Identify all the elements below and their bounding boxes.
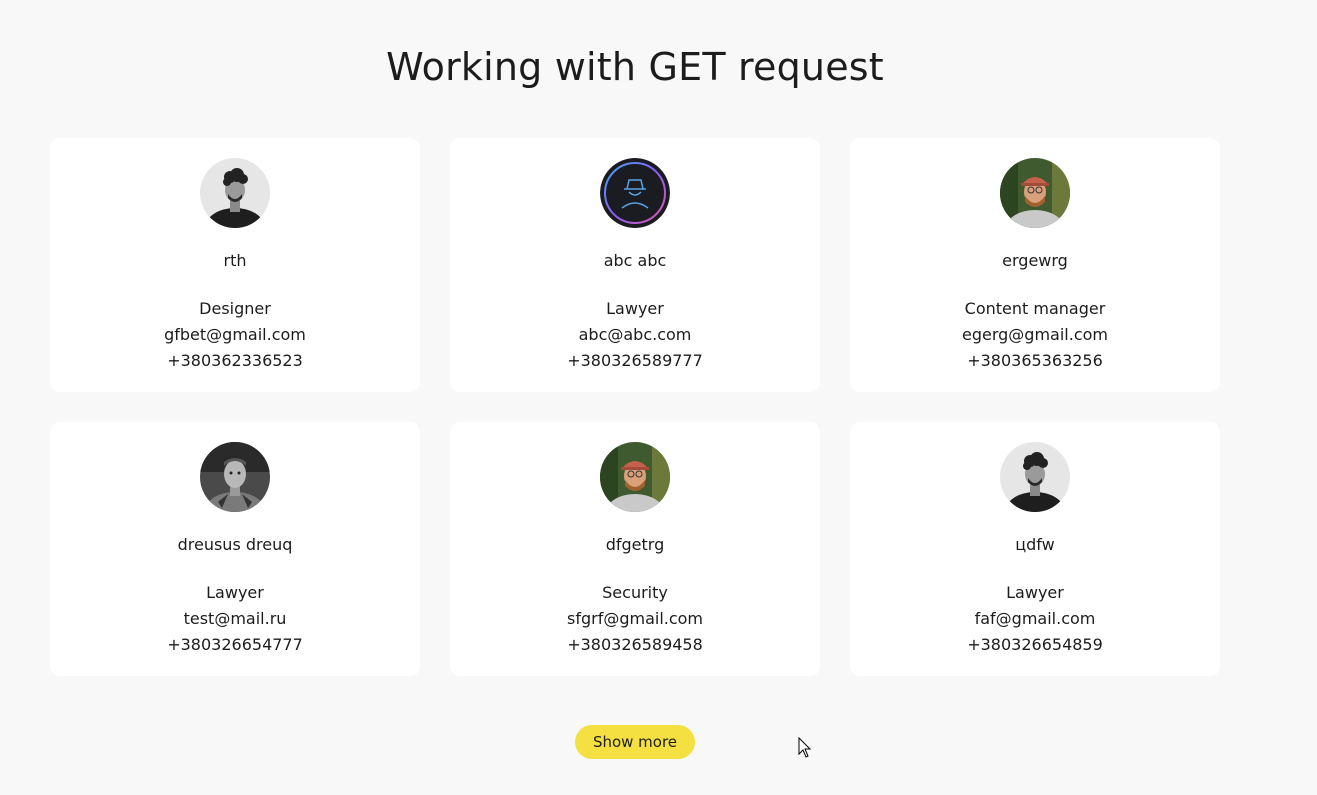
user-position: Content manager bbox=[964, 299, 1106, 318]
user-position: Designer bbox=[199, 299, 271, 318]
page-title: Working with GET request bbox=[386, 45, 884, 89]
avatar bbox=[200, 442, 270, 512]
user-email: gfbet@gmail.com bbox=[164, 325, 306, 344]
avatar bbox=[600, 158, 670, 228]
user-info: Lawyer faf@gmail.com +380326654859 bbox=[850, 580, 1220, 658]
portrait-curly-hair-icon bbox=[1000, 442, 1070, 512]
incognito-hat-icon bbox=[600, 158, 670, 228]
user-phone: +380326654777 bbox=[167, 635, 303, 654]
portrait-red-cap-icon bbox=[600, 442, 670, 512]
user-card: rth Designer gfbet@gmail.com +3803623365… bbox=[50, 138, 420, 392]
user-card: ergewrg Content manager egerg@gmail.com … bbox=[850, 138, 1220, 392]
user-phone: +380326589458 bbox=[567, 635, 703, 654]
user-phone: +380365363256 bbox=[967, 351, 1103, 370]
user-info: Designer gfbet@gmail.com +380362336523 bbox=[50, 296, 420, 374]
user-info: Lawyer abc@abc.com +380326589777 bbox=[450, 296, 820, 374]
user-info: Lawyer test@mail.ru +380326654777 bbox=[50, 580, 420, 658]
user-name: dfgetrg bbox=[605, 535, 665, 554]
user-name: abc abc bbox=[603, 251, 667, 270]
user-name: ergewrg bbox=[1002, 251, 1068, 270]
user-info: Content manager egerg@gmail.com +3803653… bbox=[850, 296, 1220, 374]
user-info: Security sfgrf@gmail.com +380326589458 bbox=[450, 580, 820, 658]
user-email: faf@gmail.com bbox=[974, 609, 1096, 628]
portrait-curly-hair-icon bbox=[200, 158, 270, 228]
user-email: test@mail.ru bbox=[183, 609, 287, 628]
user-email: egerg@gmail.com bbox=[962, 325, 1108, 344]
user-card: abc abc Lawyer abc@abc.com +380326589777 bbox=[450, 138, 820, 392]
avatar bbox=[200, 158, 270, 228]
user-card: цdfw Lawyer faf@gmail.com +380326654859 bbox=[850, 422, 1220, 676]
user-card: dreusus dreuq Lawyer test@mail.ru +38032… bbox=[50, 422, 420, 676]
user-position: Lawyer bbox=[606, 299, 664, 318]
avatar bbox=[1000, 158, 1070, 228]
user-name: rth bbox=[223, 251, 247, 270]
user-position: Lawyer bbox=[1006, 583, 1064, 602]
portrait-bw-tattoo-icon bbox=[200, 442, 270, 512]
user-name: dreusus dreuq bbox=[177, 535, 293, 554]
user-email: sfgrf@gmail.com bbox=[566, 609, 704, 628]
mouse-cursor-icon bbox=[798, 737, 812, 758]
avatar bbox=[1000, 442, 1070, 512]
user-email: abc@abc.com bbox=[578, 325, 692, 344]
user-phone: +380326654859 bbox=[967, 635, 1103, 654]
page: Working with GET request rth Designer gf… bbox=[0, 0, 1317, 795]
user-phone: +380362336523 bbox=[167, 351, 303, 370]
portrait-red-cap-icon bbox=[1000, 158, 1070, 228]
avatar bbox=[600, 442, 670, 512]
user-phone: +380326589777 bbox=[567, 351, 703, 370]
user-name: цdfw bbox=[1015, 535, 1055, 554]
user-position: Lawyer bbox=[206, 583, 264, 602]
show-more-button[interactable]: Show more bbox=[575, 725, 695, 759]
user-card: dfgetrg Security sfgrf@gmail.com +380326… bbox=[450, 422, 820, 676]
user-position: Security bbox=[602, 583, 668, 602]
users-grid: rth Designer gfbet@gmail.com +3803623365… bbox=[50, 138, 1220, 676]
